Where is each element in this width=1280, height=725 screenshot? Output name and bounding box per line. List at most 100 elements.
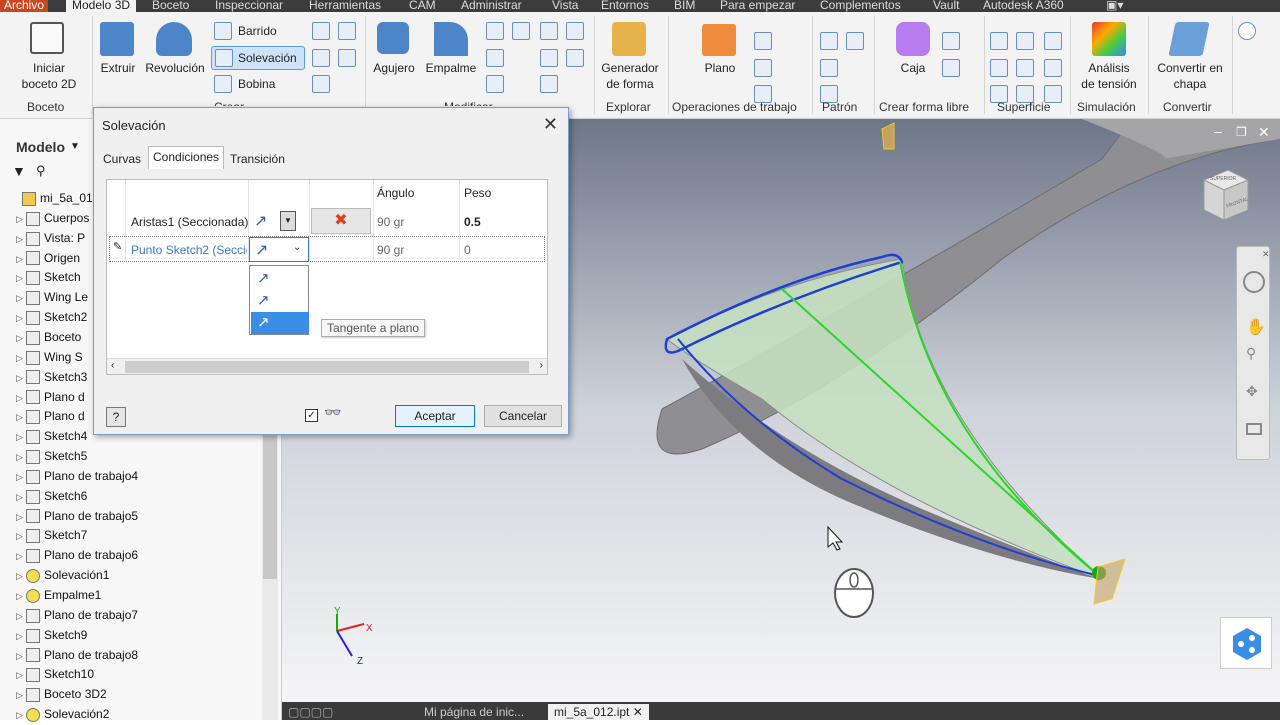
delete-face-icon[interactable] <box>566 49 584 67</box>
box-icon[interactable] <box>896 22 930 56</box>
expand-icon[interactable]: ▷ <box>16 268 26 288</box>
row-1-weight[interactable]: 0.5 <box>464 215 481 229</box>
convert-sheet-icon[interactable] <box>1168 22 1210 56</box>
freeform-convert-icon[interactable] <box>942 59 960 77</box>
stress-analysis-button[interactable]: Análisis de tensión <box>1074 60 1144 92</box>
tree-item[interactable]: ▷ Sketch9 <box>16 625 87 645</box>
trim-icon[interactable] <box>990 59 1008 77</box>
close-icon[interactable]: ✕ <box>543 114 558 135</box>
browser-title[interactable]: Modelo <box>16 139 65 155</box>
orbit-icon[interactable]: ✥ <box>1246 383 1258 400</box>
mail-icon[interactable]: ▣▾ <box>1106 0 1123 12</box>
row-1-name[interactable]: Aristas1 (Seccionada) <box>131 215 248 229</box>
tab-vista[interactable]: Vista <box>552 0 578 12</box>
stress-analysis-icon[interactable] <box>1092 22 1126 56</box>
expand-icon[interactable]: ▷ <box>16 566 26 586</box>
replace-face-icon[interactable] <box>1044 59 1062 77</box>
row-2-weight[interactable]: 0 <box>464 243 471 257</box>
tree-item[interactable]: ▷ Solevación1 <box>16 565 109 585</box>
expand-icon[interactable]: ▷ <box>16 407 26 427</box>
tab-complementos[interactable]: Complementos <box>820 0 901 12</box>
row-1-condition-icon[interactable]: ↗ <box>254 211 267 231</box>
close-icon[interactable]: ✕ <box>633 705 643 719</box>
chevron-down-icon[interactable]: ⌄ <box>293 242 301 253</box>
tree-item[interactable]: ▷ Sketch6 <box>16 486 87 506</box>
steering-wheel-icon[interactable] <box>1243 271 1265 293</box>
rib-icon[interactable] <box>312 49 330 67</box>
row-1-angle[interactable]: 90 gr <box>377 215 404 229</box>
sculpt-icon[interactable] <box>1016 32 1034 50</box>
tree-item[interactable]: ▷ Boceto <box>16 327 81 347</box>
condition-option-tangent-plane[interactable]: ↗ <box>251 312 309 334</box>
extrude-button[interactable]: Extruir <box>97 60 139 76</box>
freeform-face-icon[interactable] <box>942 32 960 50</box>
point-icon[interactable] <box>754 59 772 77</box>
chevron-down-icon[interactable]: ▼ <box>70 141 80 152</box>
look-at-icon[interactable] <box>1246 423 1262 435</box>
tree-item[interactable]: ▷ Sketch <box>16 267 81 287</box>
help-button[interactable]: ? <box>106 407 126 427</box>
expand-icon[interactable]: ▷ <box>16 507 26 527</box>
tab-transicion[interactable]: Transición <box>225 148 290 168</box>
tree-item[interactable]: ▷ Vista: P <box>16 228 85 248</box>
shape-generator-icon[interactable] <box>612 22 646 56</box>
expand-icon[interactable]: ▷ <box>16 388 26 408</box>
expand-icon[interactable]: ▷ <box>16 487 26 507</box>
expand-icon[interactable]: ▷ <box>16 646 26 666</box>
expand-icon[interactable]: ▷ <box>16 626 26 646</box>
tab-home[interactable]: Mi página de inic... <box>424 704 524 720</box>
tile-icon[interactable]: ▢▢▢▢ <box>288 704 333 720</box>
extend-icon[interactable] <box>1016 59 1034 77</box>
mirror-icon[interactable] <box>846 32 864 50</box>
preview-checkbox[interactable]: ✓ <box>305 409 318 422</box>
tab-document[interactable]: mi_5a_012.ipt ✕ <box>548 704 649 720</box>
patch-icon[interactable] <box>1044 32 1062 50</box>
tree-item[interactable]: ▷ Sketch3 <box>16 367 87 387</box>
expand-icon[interactable]: ▷ <box>16 249 26 269</box>
expand-icon[interactable]: ▷ <box>16 368 26 388</box>
tree-item[interactable]: ▷ Cuerpos <box>16 208 89 228</box>
tree-item[interactable]: ▷ Sketch2 <box>16 307 87 327</box>
circular-pattern-icon[interactable] <box>820 59 838 77</box>
zoom-icon[interactable]: ⚲ <box>1246 345 1256 362</box>
fillet-button[interactable]: Empalme <box>422 60 480 76</box>
row-1-flip-button[interactable]: ✖ <box>311 208 371 234</box>
expand-icon[interactable]: ▷ <box>16 229 26 249</box>
tab-archivo[interactable]: Archivo <box>0 0 49 12</box>
tab-administrar[interactable]: Administrar <box>461 0 522 12</box>
tree-item[interactable]: ▷ Boceto 3D2 <box>16 684 107 704</box>
plane-button[interactable]: Plano <box>700 60 740 76</box>
start-2d-sketch-button[interactable]: Iniciar boceto 2D <box>14 60 84 92</box>
thread-icon[interactable] <box>566 22 584 40</box>
expand-icon[interactable]: ▷ <box>16 665 26 685</box>
expand-icon[interactable]: ▷ <box>16 447 26 467</box>
expand-icon[interactable]: ▷ <box>16 308 26 328</box>
tab-autodesk-a360[interactable]: Autodesk A360 <box>983 0 1064 12</box>
tab-entornos[interactable]: Entornos <box>601 0 649 12</box>
tree-item[interactable]: ▷ Plano de trabajo8 <box>16 645 138 665</box>
tree-item[interactable]: ▷ Origen <box>16 248 80 268</box>
shell-icon[interactable] <box>512 22 530 40</box>
move-face-icon[interactable] <box>486 75 504 93</box>
share-button[interactable] <box>1220 617 1272 669</box>
tab-inspeccionar[interactable]: Inspeccionar <box>215 0 283 12</box>
expand-icon[interactable]: ▷ <box>16 348 26 368</box>
cancel-button[interactable]: Cancelar <box>484 405 562 427</box>
unwrap-icon[interactable] <box>312 75 330 93</box>
sketch-icon[interactable] <box>30 22 64 54</box>
coil-button[interactable]: Bobina <box>238 76 275 92</box>
tree-item[interactable]: ▷ Sketch5 <box>16 446 87 466</box>
expand-icon[interactable]: ▷ <box>16 606 26 626</box>
tree-item[interactable]: ▷ Empalme1 <box>16 585 101 605</box>
binoculars-icon[interactable]: ⚲ <box>36 163 46 179</box>
chamfer-icon[interactable] <box>486 22 504 40</box>
expand-icon[interactable]: ▷ <box>16 526 26 546</box>
convert-sheet-button[interactable]: Convertir en chapa <box>1152 60 1228 92</box>
extrude-icon[interactable] <box>100 22 134 56</box>
draft-icon[interactable] <box>540 22 558 40</box>
tree-item[interactable]: ▷ Plano de trabajo4 <box>16 466 138 486</box>
tab-cam[interactable]: CAM <box>409 0 436 12</box>
pan-icon[interactable]: ✋ <box>1246 317 1266 337</box>
tab-para-empezar[interactable]: Para empezar <box>720 0 795 12</box>
conditions-hscrollbar[interactable]: ‹ › <box>107 358 547 374</box>
